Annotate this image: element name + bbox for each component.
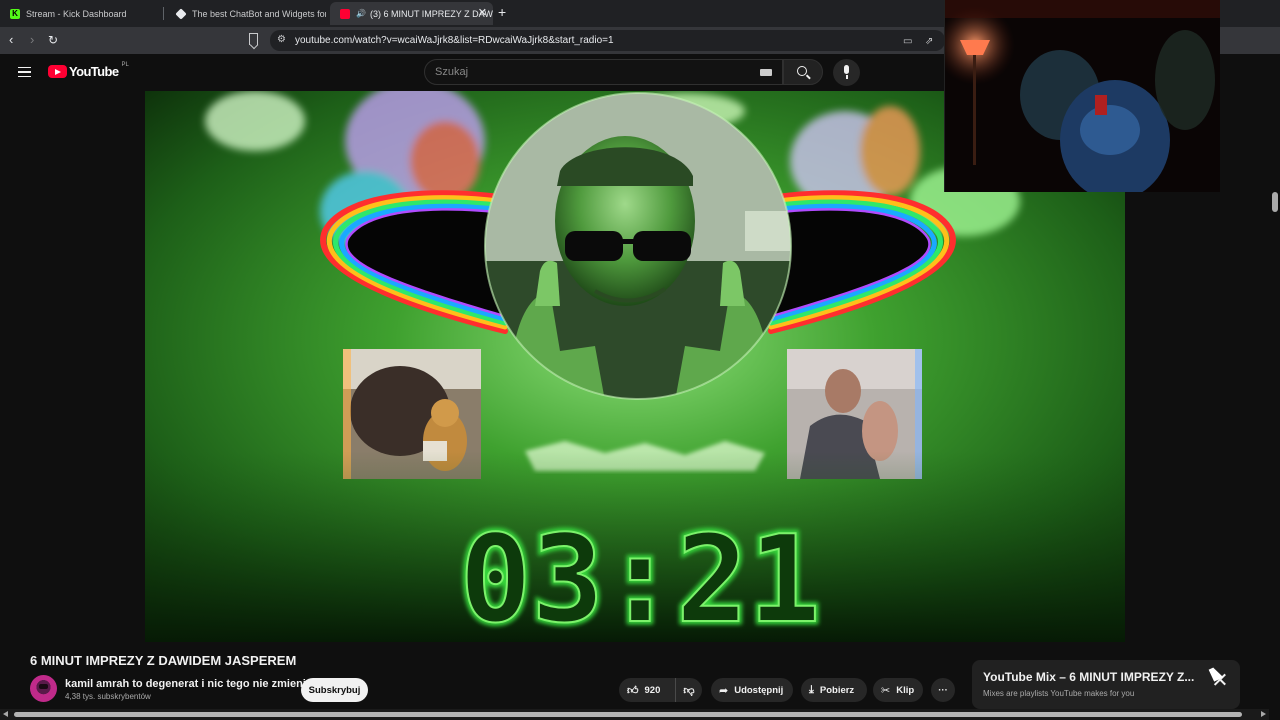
speaker-icon[interactable]: 🔊 bbox=[356, 9, 366, 18]
mix-subtitle: Mixes are playlists YouTube makes for yo… bbox=[983, 689, 1135, 698]
download-button[interactable]: ⤓ Pobierz bbox=[801, 678, 867, 702]
channel-avatar[interactable] bbox=[30, 675, 57, 702]
share-label: Udostępnij bbox=[734, 684, 784, 696]
tab-separator bbox=[163, 7, 164, 20]
scroll-left-icon[interactable] bbox=[3, 711, 8, 717]
video-title: 6 MINUT IMPREZY Z DAWIDEM JASPEREM bbox=[30, 653, 297, 668]
video-timer: 03:21 bbox=[459, 511, 820, 642]
search-input[interactable]: Szukaj bbox=[424, 59, 783, 85]
tab-title: Stream - Kick Dashboard bbox=[26, 8, 127, 19]
clip-label: Klip bbox=[896, 684, 915, 696]
youtube-mix-card[interactable]: YouTube Mix – 6 MINUT IMPREZY Z... Mixes… bbox=[972, 660, 1240, 709]
reload-icon[interactable]: ↻ bbox=[48, 32, 58, 48]
like-button[interactable]: 👍︎ 920 bbox=[619, 678, 676, 702]
scroll-right-icon[interactable] bbox=[1261, 711, 1266, 717]
tab-title: (3) 6 MINUT IMPREZY Z DAW bbox=[369, 8, 493, 19]
url-text: youtube.com/watch?v=wcaiWaJjrk8&list=RDw… bbox=[295, 35, 614, 46]
share-icon[interactable]: ⇗ bbox=[925, 36, 933, 47]
logo-text: YouTube bbox=[69, 64, 119, 79]
more-icon: ··· bbox=[938, 684, 948, 696]
thumbs-down-icon: 👎︎ bbox=[683, 684, 695, 697]
like-dislike-group: 👍︎ 920 👎︎ bbox=[619, 678, 702, 702]
clip-button[interactable]: ✂ Klip bbox=[873, 678, 923, 702]
download-icon: ⤓ bbox=[809, 683, 814, 696]
tab-title: The best ChatBot and Widgets for Ki bbox=[192, 8, 326, 19]
share-button[interactable]: ➦ Udostępnij bbox=[711, 678, 793, 702]
search-placeholder: Szukaj bbox=[435, 66, 469, 78]
horizontal-scrollbar[interactable] bbox=[0, 709, 1269, 720]
microphone-icon bbox=[844, 65, 849, 79]
voice-search-button[interactable] bbox=[833, 59, 860, 86]
tab-youtube-active[interactable]: 🔊 (3) 6 MINUT IMPREZY Z DAW ✕ bbox=[330, 2, 493, 25]
share-arrow-icon: ➦ bbox=[719, 684, 729, 697]
site-settings-icon[interactable]: ⚙ bbox=[277, 34, 286, 45]
search-button[interactable] bbox=[783, 59, 823, 85]
dislike-button[interactable]: 👎︎ bbox=[676, 684, 702, 697]
horizontal-scrollbar-thumb[interactable] bbox=[14, 712, 1242, 717]
tab-kick-dashboard[interactable]: K Stream - Kick Dashboard bbox=[0, 2, 164, 25]
new-tab-button[interactable]: + bbox=[498, 4, 506, 20]
thumbs-up-icon: 👍︎ bbox=[627, 684, 639, 697]
webcam-overlay bbox=[944, 0, 1220, 192]
menu-icon[interactable] bbox=[18, 67, 31, 77]
forward-icon[interactable]: › bbox=[30, 32, 34, 48]
more-actions-button[interactable]: ··· bbox=[931, 678, 955, 702]
search-icon bbox=[797, 66, 807, 76]
youtube-icon bbox=[340, 8, 350, 19]
webcam-frame bbox=[945, 0, 1220, 192]
keyboard-icon[interactable] bbox=[760, 69, 772, 76]
bookmark-icon[interactable] bbox=[249, 33, 258, 45]
back-icon[interactable]: ‹ bbox=[9, 32, 13, 48]
download-label: Pobierz bbox=[819, 684, 855, 696]
address-bar[interactable]: ⚙ youtube.com/watch?v=wcaiWaJjrk8&list=R… bbox=[270, 30, 945, 51]
youtube-logo[interactable]: YouTube PL bbox=[48, 61, 129, 79]
tab-chatbot[interactable]: The best ChatBot and Widgets for Ki bbox=[166, 2, 326, 25]
scissors-icon: ✂ bbox=[881, 684, 891, 697]
like-count: 920 bbox=[644, 684, 661, 696]
chatbot-icon bbox=[175, 7, 187, 20]
mix-title: YouTube Mix – 6 MINUT IMPREZY Z... bbox=[983, 670, 1195, 684]
cast-icon[interactable]: ▭ bbox=[903, 36, 912, 47]
region-code: PL bbox=[121, 61, 129, 68]
page-scrollbar[interactable] bbox=[1269, 91, 1280, 711]
close-tab-icon[interactable]: ✕ bbox=[478, 6, 487, 19]
subscribe-button[interactable]: Subskrybuj bbox=[301, 678, 368, 702]
youtube-play-icon bbox=[48, 65, 67, 78]
channel-name[interactable]: kamil amrah to degenerat i nic tego nie … bbox=[65, 678, 306, 690]
kick-icon: K bbox=[10, 8, 20, 19]
scrollbar-thumb[interactable] bbox=[1272, 192, 1278, 212]
subscriber-count: 4,38 tys. subskrybentów bbox=[65, 692, 151, 701]
